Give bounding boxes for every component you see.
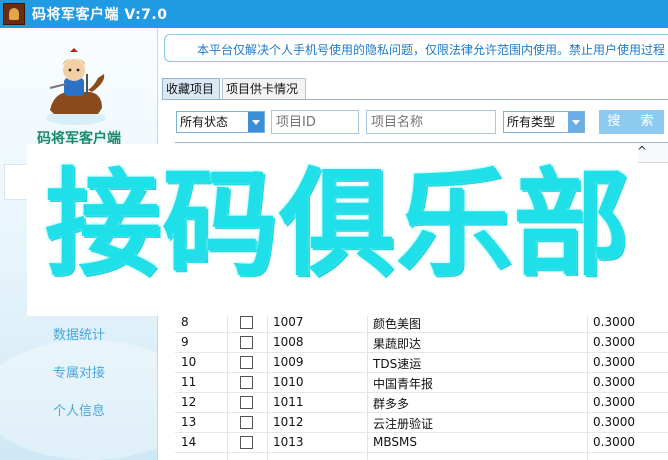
row-index: 10: [181, 355, 197, 369]
row-checkbox[interactable]: [240, 416, 253, 429]
project-price: 0.3000: [593, 355, 635, 369]
row-index: 8: [181, 315, 189, 329]
nav-item-personal-info[interactable]: 个人信息: [0, 400, 157, 419]
project-name: 中国青年报: [373, 377, 434, 391]
notice-banner: 本平台仅解决个人手机号使用的隐私问题，仅限法律允许范围内使用。禁止用户使用过程: [164, 34, 668, 62]
row-checkbox[interactable]: [240, 356, 253, 369]
project-id: 1011: [273, 395, 304, 409]
nav-item-statistics[interactable]: 数据统计: [0, 324, 157, 343]
row-checkbox[interactable]: [240, 376, 253, 389]
type-select[interactable]: 所有类型: [503, 111, 585, 133]
row-index: 11: [181, 375, 197, 389]
notice-text: 本平台仅解决个人手机号使用的隐私问题，仅限法律允许范围内使用。禁止用户使用过程: [197, 43, 666, 57]
table-row[interactable]: 10 1009 TDS速运 0.3000: [175, 353, 668, 373]
row-index: 13: [181, 415, 197, 429]
tab-card-supply[interactable]: 项目供卡情况: [222, 78, 306, 100]
nav-item-dedicated-connection[interactable]: 专属对接: [0, 362, 157, 381]
project-price: 0.3000: [593, 375, 635, 389]
project-id: 1009: [273, 355, 304, 369]
project-name: 云注册验证: [373, 417, 434, 431]
general-mascot-avatar: [46, 48, 106, 125]
project-name: 果蔬即达: [373, 337, 422, 351]
window-title: 码将军客户端 V:7.0: [32, 7, 168, 23]
chevron-down-icon[interactable]: [248, 112, 264, 132]
row-checkbox[interactable]: [240, 396, 253, 409]
project-name-input[interactable]: [366, 110, 496, 134]
table-row[interactable]: 11 1010 中国青年报 0.3000: [175, 373, 668, 393]
app-logo-icon: [3, 3, 25, 25]
table-row[interactable]: 12 1011 群多多 0.3000: [175, 393, 668, 413]
type-select-value: 所有类型: [507, 115, 556, 129]
sort-indicator-icon[interactable]: ^: [637, 144, 647, 158]
project-id-input[interactable]: [271, 110, 359, 134]
table-row[interactable]: 9 1008 果蔬即达 0.3000: [175, 333, 668, 353]
watermark-text: 接码俱乐部: [45, 157, 630, 292]
project-price: 0.3000: [593, 435, 635, 449]
project-price: 0.3000: [593, 315, 635, 329]
project-name: 群多多: [373, 397, 410, 411]
status-select[interactable]: 所有状态: [176, 111, 265, 133]
search-button[interactable]: 搜 索: [599, 110, 664, 134]
chevron-down-icon[interactable]: [568, 112, 584, 132]
row-checkbox[interactable]: [240, 436, 253, 449]
table-row[interactable]: 8 1007 颜色美图 0.3000: [175, 313, 668, 333]
project-id: 1013: [273, 435, 304, 449]
watermark-overlay: 接码俱乐部: [27, 144, 638, 316]
project-name: MBSMS: [373, 435, 417, 449]
project-name: TDS速运: [373, 357, 422, 371]
row-checkbox[interactable]: [240, 316, 253, 329]
row-checkbox[interactable]: [240, 336, 253, 349]
row-index: 14: [181, 435, 197, 449]
row-index: 9: [181, 335, 189, 349]
project-price: 0.3000: [593, 395, 635, 409]
tab-divider: [162, 99, 668, 100]
status-select-value: 所有状态: [180, 115, 229, 129]
project-id: 1007: [273, 315, 304, 329]
project-id: 1010: [273, 375, 304, 389]
title-bar: 码将军客户端 V:7.0: [0, 0, 668, 28]
tab-favorite-projects[interactable]: 收藏项目: [162, 78, 220, 100]
table-row[interactable]: 14 1013 MBSMS 0.3000: [175, 433, 668, 453]
project-id: 1012: [273, 415, 304, 429]
project-id: 1008: [273, 335, 304, 349]
table-row[interactable]: 13 1012 云注册验证 0.3000: [175, 413, 668, 433]
project-name: 颜色美图: [373, 317, 422, 331]
project-price: 0.3000: [593, 335, 635, 349]
project-price: 0.3000: [593, 415, 635, 429]
row-index: 12: [181, 395, 197, 409]
